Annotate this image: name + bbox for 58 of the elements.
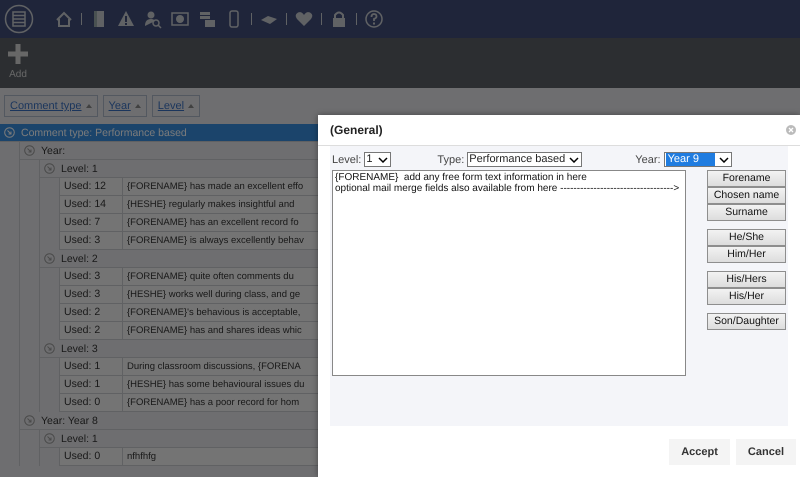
type-select[interactable]: Performance based xyxy=(467,152,582,167)
used-count-cell-text: Used: 1 xyxy=(63,377,102,392)
used-count-cell-text: Used: 12 xyxy=(63,179,108,194)
merge-field-button[interactable]: Him/Her xyxy=(707,246,786,263)
collapse-icon[interactable] xyxy=(44,343,55,354)
group-label: Level: 1 xyxy=(61,432,98,444)
merge-field-button[interactable]: Forename xyxy=(707,170,786,187)
used-count-cell-text: Used: 2 xyxy=(63,305,102,320)
level-select[interactable]: 1 xyxy=(364,152,392,167)
year-select[interactable]: Year 9 xyxy=(664,152,732,167)
group-label: Comment type: Performance based xyxy=(21,126,187,138)
collapse-icon[interactable] xyxy=(24,415,35,426)
accept-button[interactable]: Accept xyxy=(669,438,730,464)
used-count-cell-text: Used: 14 xyxy=(63,197,108,212)
sort-caret-icon xyxy=(134,104,141,108)
merge-field-button[interactable]: He/She xyxy=(707,229,786,246)
help-icon[interactable] xyxy=(364,9,384,29)
dialog-title: (General) xyxy=(330,123,383,137)
sort-caret-icon xyxy=(188,104,194,108)
caret-icon xyxy=(378,156,388,162)
menu-icon[interactable] xyxy=(4,4,34,34)
used-count-cell-text: Used: 1 xyxy=(63,359,102,374)
close-icon[interactable] xyxy=(786,125,796,135)
group-label: Level: 3 xyxy=(61,342,98,354)
type-label: Type: xyxy=(437,154,464,166)
stack-icon[interactable] xyxy=(197,9,217,29)
house-icon[interactable] xyxy=(54,9,74,29)
group-label: Year: Year 8 xyxy=(41,414,98,426)
collapse-icon[interactable] xyxy=(44,163,55,174)
used-count-cell-text: Used: 3 xyxy=(63,269,102,284)
used-count-cell-text: Used: 7 xyxy=(63,215,102,230)
merge-field-button[interactable]: Chosen name xyxy=(707,187,786,204)
merge-field-button[interactable]: His/Her xyxy=(707,288,786,305)
merge-field-button[interactable]: Surname xyxy=(707,204,786,221)
used-count-cell-text: Used: 0 xyxy=(63,395,102,410)
used-count-cell-text: Used: 2 xyxy=(63,323,102,338)
heart-icon[interactable] xyxy=(294,9,314,29)
caret-icon xyxy=(569,156,580,162)
plus-icon xyxy=(8,44,28,64)
merge-field-button[interactable]: Son/Daughter xyxy=(707,313,786,330)
group-label: Level: 2 xyxy=(61,252,98,264)
level-label: Level: xyxy=(332,154,362,166)
user-search-icon[interactable] xyxy=(143,9,163,29)
collapse-icon[interactable] xyxy=(24,145,35,156)
used-count-cell-text: Used: 3 xyxy=(63,233,102,248)
collapse-icon[interactable] xyxy=(44,253,55,264)
merge-field-button[interactable]: His/Hers xyxy=(707,271,786,288)
sort-caret-icon xyxy=(86,104,92,108)
warning-icon[interactable] xyxy=(116,9,136,29)
comment-text-field[interactable]: {FORENAME} add any free form text information in here optional mail merge fields also available from here ----------------------------------> xyxy=(332,170,686,376)
used-count-cell-text: Used: 3 xyxy=(63,287,102,302)
caret-icon xyxy=(719,156,729,162)
used-count-cell-text: Used: 0 xyxy=(63,449,102,464)
collapse-icon[interactable] xyxy=(44,433,55,444)
cancel-button[interactable]: Cancel xyxy=(736,438,796,464)
year-label: Year: xyxy=(635,154,661,166)
group-label: Year: xyxy=(41,144,66,156)
group-label: Level: 1 xyxy=(61,162,98,174)
